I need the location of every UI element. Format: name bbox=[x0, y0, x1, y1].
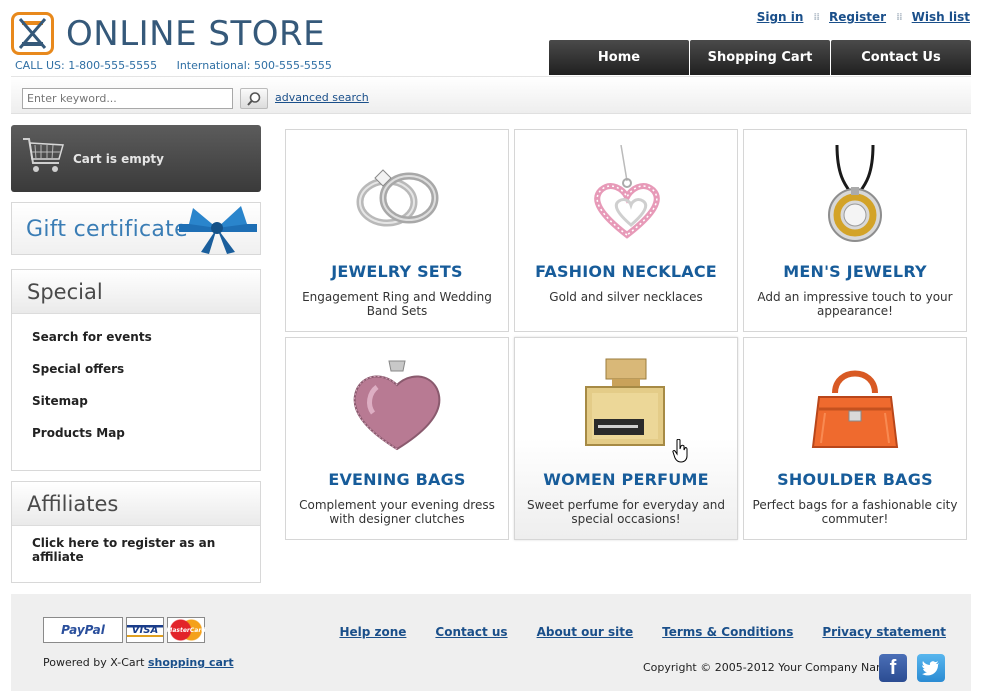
store-title: ONLINE STORE bbox=[66, 13, 326, 54]
category-title[interactable]: MEN'S JEWELRY bbox=[744, 262, 966, 281]
search-input[interactable] bbox=[22, 88, 233, 109]
account-links: Sign in ⁞⁞ Register ⁞⁞ Wish list bbox=[757, 10, 970, 24]
footer: PayPal VISA MasterCard Powered by X-Cart… bbox=[11, 594, 971, 691]
minicart[interactable]: Cart is empty bbox=[11, 125, 261, 192]
category-card[interactable]: WOMEN PERFUME Sweet perfume for everyday… bbox=[514, 337, 738, 540]
category-card[interactable]: JEWELRY SETS Engagement Ring and Wedding… bbox=[285, 129, 509, 332]
wish-list-link[interactable]: Wish list bbox=[912, 10, 970, 24]
contact-us-link[interactable]: Contact us bbox=[435, 625, 507, 639]
nav-shopping-cart[interactable]: Shopping Cart bbox=[690, 40, 830, 75]
separator: ⁞⁞ bbox=[896, 11, 903, 23]
cart-status: Cart is empty bbox=[73, 152, 164, 166]
category-title[interactable]: EVENING BAGS bbox=[286, 470, 508, 489]
store-logo[interactable]: ONLINE STORE bbox=[11, 12, 325, 55]
sign-in-link[interactable]: Sign in bbox=[757, 10, 804, 24]
perfume-image bbox=[515, 348, 737, 458]
handbag-image bbox=[744, 348, 966, 458]
search-bar: advanced search bbox=[11, 76, 971, 114]
category-description: Complement your evening dress with desig… bbox=[299, 498, 495, 526]
category-description: Engagement Ring and Wedding Band Sets bbox=[302, 290, 492, 318]
call-us-text: CALL US: 1-800-555-5555 bbox=[15, 59, 158, 72]
cart-icon bbox=[23, 138, 64, 172]
menu-item-special-offers[interactable]: Special offers bbox=[32, 362, 240, 394]
menu-item-search-events[interactable]: Search for events bbox=[32, 330, 240, 362]
category-title[interactable]: JEWELRY SETS bbox=[286, 262, 508, 281]
ribbon-bow-icon bbox=[179, 206, 257, 254]
category-description: Sweet perfume for everyday and special o… bbox=[526, 498, 726, 526]
magnifier-icon bbox=[247, 91, 261, 106]
gift-certificate-label: Gift certificate bbox=[26, 217, 188, 242]
visa-logo: VISA bbox=[126, 617, 164, 643]
privacy-link[interactable]: Privacy statement bbox=[822, 625, 946, 639]
footer-links: Help zone Contact us About our site Term… bbox=[339, 625, 946, 639]
contact-phones: CALL US: 1-800-555-5555 International: 5… bbox=[15, 59, 348, 72]
advanced-search-link[interactable]: advanced search bbox=[275, 91, 369, 104]
menu-item-products-map[interactable]: Products Map bbox=[32, 426, 240, 458]
powered-by: Powered by X-Cart shopping cart bbox=[43, 656, 234, 669]
twitter-icon[interactable] bbox=[917, 654, 945, 682]
affiliates-box: Affiliates Click here to register as an … bbox=[11, 481, 261, 583]
international-phone: International: 500-555-5555 bbox=[176, 59, 332, 72]
copyright: Copyright © 2005-2012 Your Company Name bbox=[643, 661, 894, 674]
category-title[interactable]: WOMEN PERFUME bbox=[515, 470, 737, 489]
payment-logos: PayPal VISA MasterCard bbox=[43, 617, 206, 643]
category-description: Add an impressive touch to your appearan… bbox=[757, 290, 953, 318]
category-description: Perfect bags for a fashionable city comm… bbox=[752, 498, 958, 526]
about-site-link[interactable]: About our site bbox=[537, 625, 634, 639]
register-link[interactable]: Register bbox=[829, 10, 886, 24]
mastercard-logo: MasterCard bbox=[166, 617, 206, 643]
main-nav: Home Shopping Cart Contact Us bbox=[549, 40, 971, 75]
shopping-cart-link[interactable]: shopping cart bbox=[148, 656, 234, 669]
powered-by-text: Powered by X-Cart bbox=[43, 656, 145, 669]
heart-clutch-image bbox=[286, 348, 508, 458]
gift-certificate-banner[interactable]: Gift certificate bbox=[11, 202, 261, 255]
special-title: Special bbox=[12, 270, 260, 314]
pendant-image bbox=[744, 140, 966, 250]
category-title[interactable]: SHOULDER BAGS bbox=[744, 470, 966, 489]
logo-icon bbox=[11, 12, 54, 55]
category-description: Gold and silver necklaces bbox=[549, 290, 703, 304]
category-card[interactable]: SHOULDER BAGS Perfect bags for a fashion… bbox=[743, 337, 967, 540]
nav-contact-us[interactable]: Contact Us bbox=[831, 40, 971, 75]
separator: ⁞⁞ bbox=[813, 11, 820, 23]
nav-home[interactable]: Home bbox=[549, 40, 689, 75]
menu-item-sitemap[interactable]: Sitemap bbox=[32, 394, 240, 426]
heart-necklace-image bbox=[515, 140, 737, 250]
affiliates-title: Affiliates bbox=[12, 482, 260, 526]
hand-cursor-icon bbox=[672, 439, 688, 463]
affiliate-register-link[interactable]: Click here to register as an affiliate bbox=[12, 526, 260, 574]
search-button[interactable] bbox=[240, 88, 268, 109]
facebook-icon[interactable]: f bbox=[879, 654, 907, 682]
category-card[interactable]: FASHION NECKLACE Gold and silver necklac… bbox=[514, 129, 738, 332]
category-title[interactable]: FASHION NECKLACE bbox=[515, 262, 737, 281]
rings-image bbox=[286, 140, 508, 250]
special-menu: Special Search for events Special offers… bbox=[11, 269, 261, 471]
category-card[interactable]: MEN'S JEWELRY Add an impressive touch to… bbox=[743, 129, 967, 332]
terms-link[interactable]: Terms & Conditions bbox=[662, 625, 793, 639]
help-zone-link[interactable]: Help zone bbox=[339, 625, 406, 639]
paypal-logo: PayPal bbox=[43, 617, 123, 643]
category-card[interactable]: EVENING BAGS Complement your evening dre… bbox=[285, 337, 509, 540]
